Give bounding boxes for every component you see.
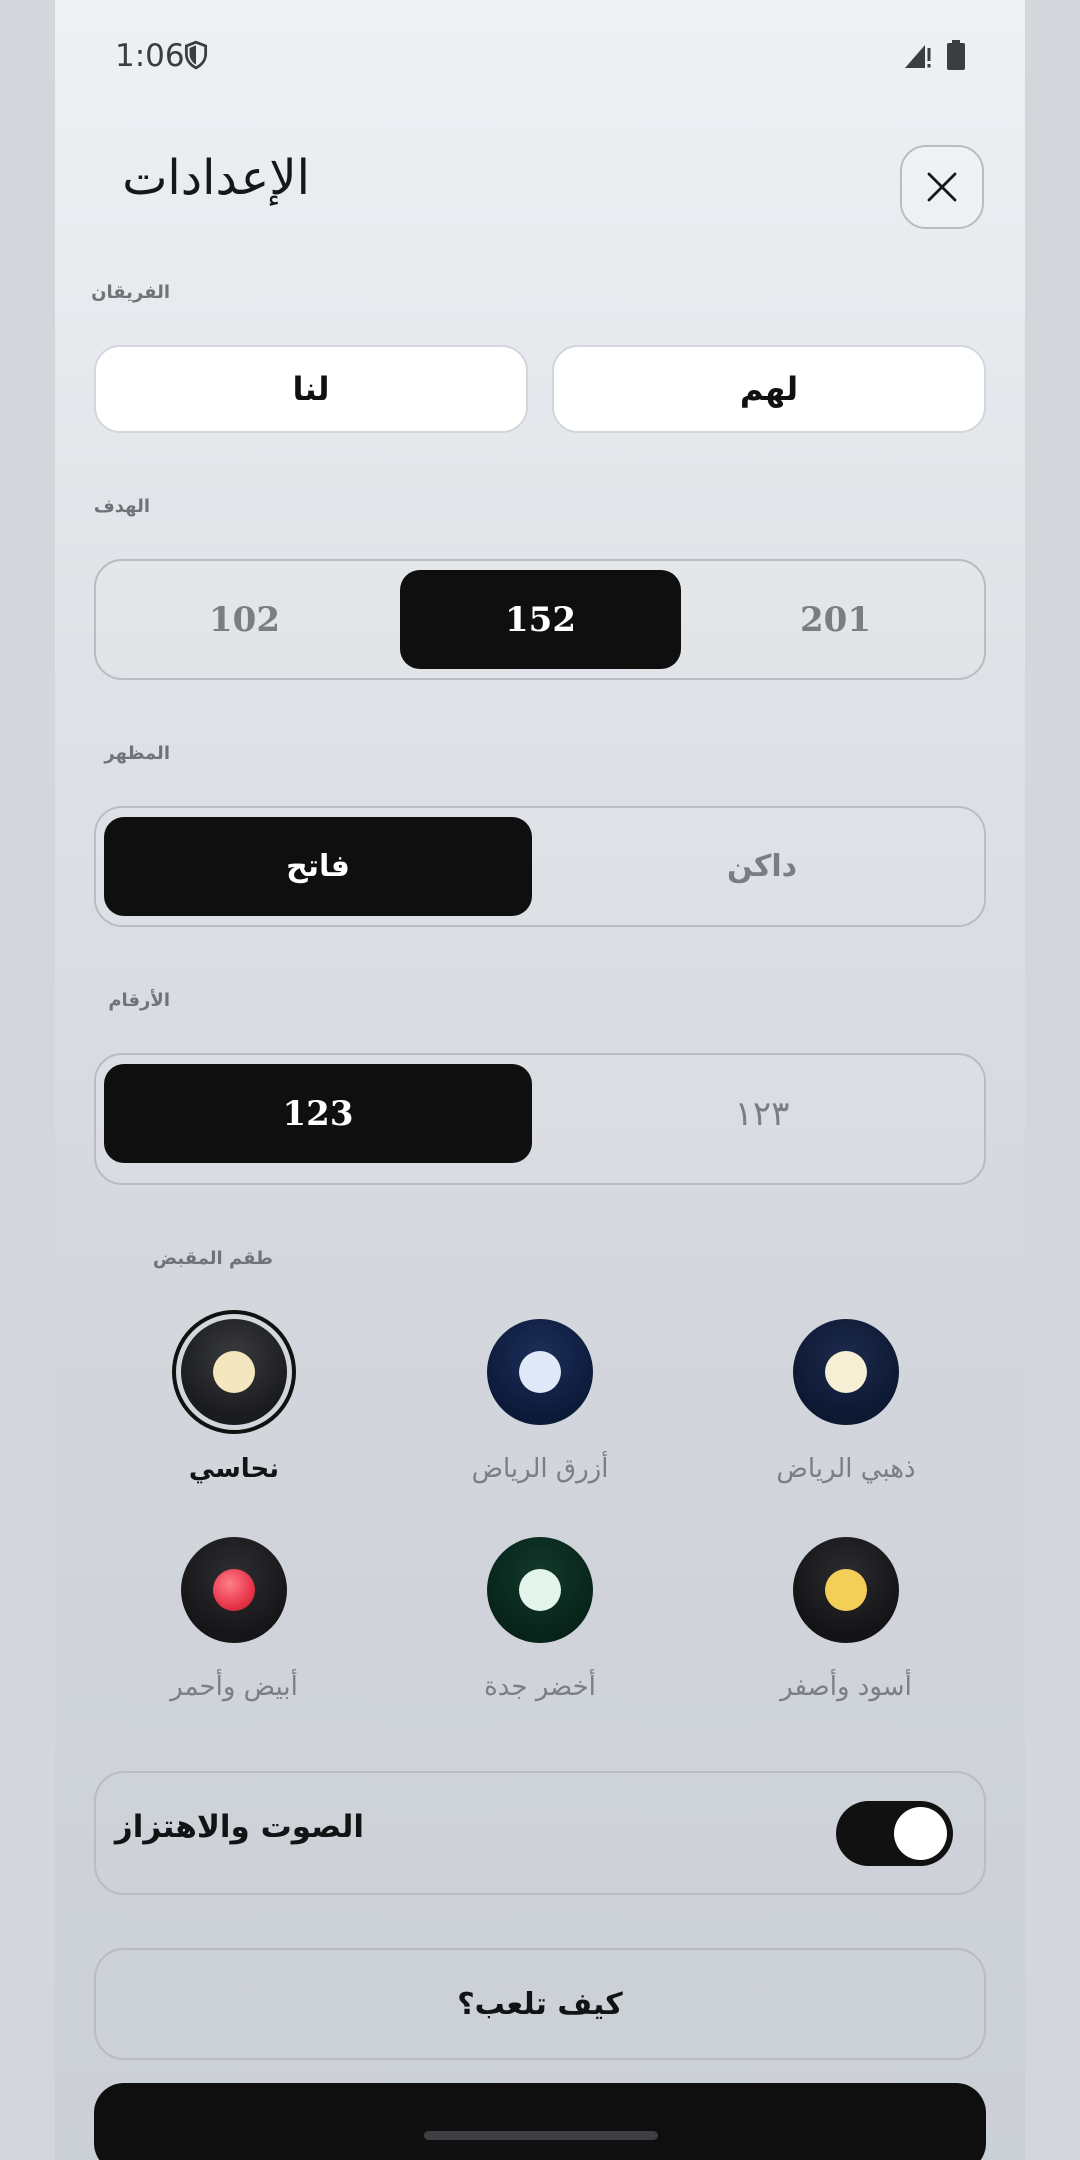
sound-setting-row: الصوت والاهتزاز [94,1771,986,1895]
settings-screen: 1:06 الإعدادات الفريقان لنا لهم الهدف 10… [55,0,1025,2160]
skin-option-jeddah-green[interactable]: أخضر جدة [390,1528,690,1702]
knob-dot [825,1351,867,1393]
appearance-selector: فاتح داكن [94,806,986,927]
knob-preview [487,1537,593,1643]
knob-preview [793,1319,899,1425]
left-margin [0,0,55,2160]
battery-icon [947,40,965,70]
target-label: الهدف [93,496,150,517]
status-time: 1:06 [115,38,185,74]
team-them-button[interactable]: لهم [552,345,986,433]
numerals-option-arabic[interactable]: ١٢٣ [548,1064,976,1163]
target-option-152[interactable]: 152 [400,570,681,669]
skin-option-white-red[interactable]: أبيض وأحمر [84,1528,384,1702]
knob-dot [519,1569,561,1611]
skin-option-riyadh-gold[interactable]: ذهبي الرياض [696,1310,996,1484]
knob-preview [487,1319,593,1425]
numerals-label: الأرقام [108,990,170,1011]
knob-dot [213,1351,255,1393]
teams-label: الفريقان [91,282,170,303]
skin-option-black-yellow[interactable]: أسود وأصفر [696,1528,996,1702]
skin-label: أسود وأصفر [780,1672,912,1702]
signal-icon [905,45,931,68]
knob-dot [519,1351,561,1393]
knob-dot [213,1569,255,1611]
appearance-label: المظهر [104,743,170,764]
target-option-201[interactable]: 201 [695,570,976,669]
shield-icon [184,40,208,70]
close-button[interactable] [900,145,984,229]
target-selector: 102 152 201 [94,559,986,680]
appearance-option-light[interactable]: فاتح [104,817,532,916]
home-indicator[interactable] [424,2131,658,2140]
toggle-thumb [894,1807,947,1860]
target-option-102[interactable]: 102 [104,570,385,669]
skin-label: نحاسي [188,1454,280,1484]
skin-option-riyadh-blue[interactable]: أزرق الرياض [390,1310,690,1484]
sound-label: الصوت والاهتزاز [114,1809,364,1845]
skin-label: أبيض وأحمر [170,1672,298,1702]
numerals-option-western[interactable]: 123 [104,1064,532,1163]
knob-preview [793,1537,899,1643]
knob-preview [181,1537,287,1643]
numerals-selector: 123 ١٢٣ [94,1053,986,1185]
primary-button[interactable] [94,2083,986,2160]
team-us-button[interactable]: لنا [94,345,528,433]
skin-option-copper[interactable]: نحاسي [84,1310,384,1484]
how-to-play-button[interactable]: كيف تلعب؟ [94,1948,986,2060]
close-icon [927,172,957,202]
knob-preview [181,1319,287,1425]
appearance-option-dark[interactable]: داكن [548,817,976,916]
skin-label: أزرق الرياض [471,1454,609,1484]
skin-label: أخضر جدة [484,1672,596,1702]
page-title: الإعدادات [122,150,310,206]
right-margin [1025,0,1080,2160]
knob-dot [825,1569,867,1611]
sound-toggle[interactable] [836,1801,953,1866]
skins-label: طقم المقبض [152,1248,273,1269]
skin-label: ذهبي الرياض [776,1454,916,1484]
